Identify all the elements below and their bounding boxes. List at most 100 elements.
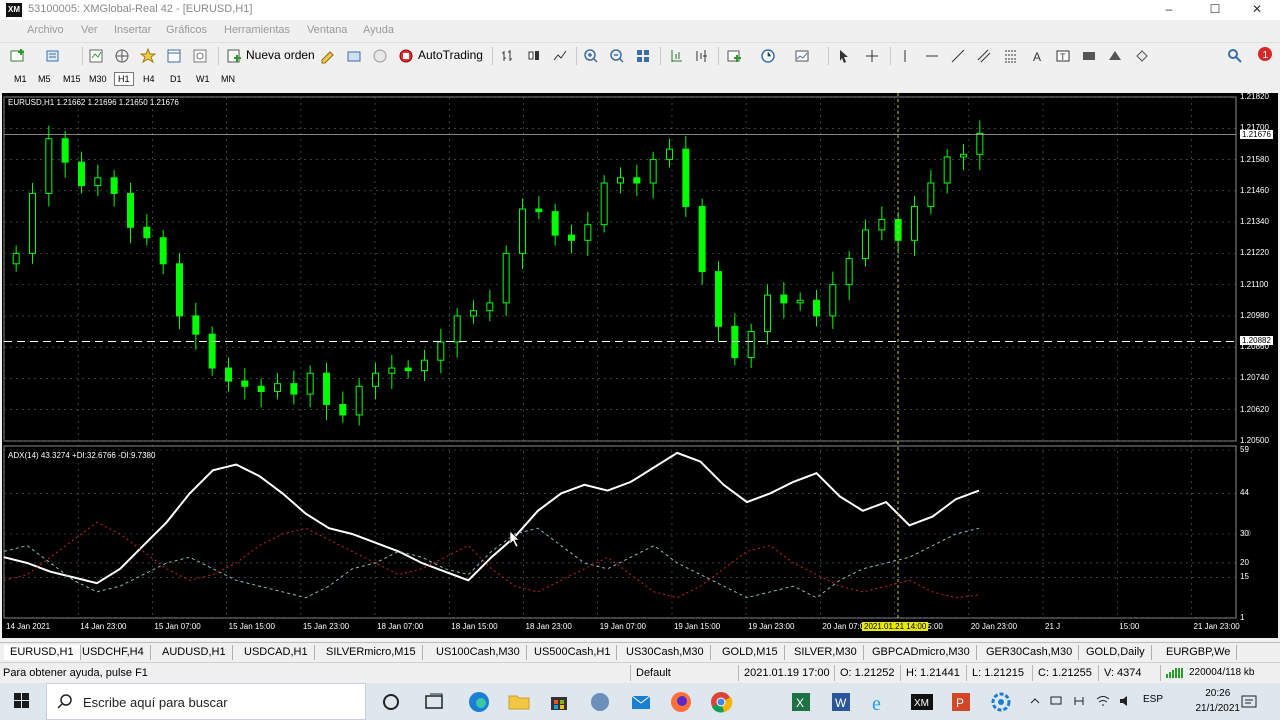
- rectangle-icon[interactable]: [1081, 48, 1097, 64]
- file-explorer-icon[interactable]: [506, 689, 532, 715]
- timeframe-d1[interactable]: D1: [167, 73, 185, 85]
- horizontal-line-icon[interactable]: [924, 48, 940, 64]
- market-watch-icon[interactable]: [88, 48, 104, 64]
- new-order-icon[interactable]: [226, 48, 242, 64]
- menu-ayuda[interactable]: Ayuda: [363, 24, 394, 36]
- equidistant-channel-icon[interactable]: [976, 48, 992, 64]
- timeframe-h4[interactable]: H4: [140, 73, 158, 85]
- symbol-tab[interactable]: US30Cash,M30: [620, 645, 711, 660]
- network-icon[interactable]: [1050, 695, 1064, 707]
- new-chart-icon[interactable]: [10, 48, 26, 64]
- taskbar-search[interactable]: Escribe aquí para buscar: [46, 683, 366, 720]
- battery-icon[interactable]: [1072, 695, 1086, 707]
- crosshair-icon[interactable]: [864, 48, 880, 64]
- settings-gear-icon[interactable]: [988, 689, 1014, 715]
- symbol-tab[interactable]: SILVER,M30: [788, 645, 864, 660]
- metaeditor-icon[interactable]: [320, 48, 336, 64]
- bar-chart-icon[interactable]: [500, 48, 516, 64]
- wifi-icon[interactable]: [1096, 695, 1110, 707]
- symbol-tab[interactable]: GOLD,M15: [716, 645, 785, 660]
- menu-graficos[interactable]: Gráficos: [166, 24, 207, 36]
- symbol-tab[interactable]: USDCAD,H1: [238, 645, 315, 660]
- zoom-out-icon[interactable]: [609, 48, 625, 64]
- internet-explorer-icon[interactable]: e: [868, 689, 894, 715]
- search-icon[interactable]: [1227, 48, 1243, 64]
- navigator-icon[interactable]: [114, 48, 130, 64]
- periods-icon[interactable]: [760, 48, 776, 64]
- symbol-tab[interactable]: GER30Cash,M30: [980, 645, 1080, 660]
- timeframe-mn[interactable]: MN: [218, 73, 238, 85]
- market-icon[interactable]: [372, 48, 388, 64]
- timeframe-m1[interactable]: M1: [11, 73, 30, 85]
- menu-herramientas[interactable]: Herramientas: [224, 24, 290, 36]
- chevron-up-icon[interactable]: [1029, 695, 1041, 707]
- symbol-tab[interactable]: US100Cash,M30: [430, 645, 527, 660]
- vertical-line-icon[interactable]: [897, 48, 913, 64]
- symbol-tab[interactable]: US500Cash,H1: [528, 645, 618, 660]
- shapes-icon[interactable]: [1134, 48, 1150, 64]
- new-order-button[interactable]: Nueva orden: [246, 48, 315, 62]
- terminal-icon[interactable]: [166, 48, 182, 64]
- chart-shift-icon[interactable]: [668, 48, 684, 64]
- notification-badge[interactable]: 1: [1253, 45, 1273, 65]
- chart-window[interactable]: EURUSD,H1 1.21662 1.21696 1.21650 1.2167…: [2, 92, 1278, 638]
- strategy-tester-icon[interactable]: [192, 48, 208, 64]
- chrome-icon[interactable]: [708, 689, 734, 715]
- timeframe-m15[interactable]: M15: [60, 73, 84, 85]
- cursor-icon[interactable]: [836, 48, 852, 64]
- text-label-icon[interactable]: T: [1055, 48, 1071, 64]
- app-icon-blue[interactable]: [587, 689, 613, 715]
- edge-icon[interactable]: [466, 689, 492, 715]
- mail-icon[interactable]: [628, 689, 654, 715]
- timeframe-m30[interactable]: M30: [86, 73, 110, 85]
- cortana-icon[interactable]: [378, 689, 404, 715]
- timeframe-m5[interactable]: M5: [35, 73, 54, 85]
- symbol-tab[interactable]: GBPCADmicro,M30: [866, 645, 977, 660]
- maximize-button[interactable]: ☐: [1192, 0, 1238, 20]
- fibonacci-icon[interactable]: [1003, 48, 1019, 64]
- symbol-tab[interactable]: SILVERmicro,M15: [320, 645, 423, 660]
- candle-body: [127, 192, 134, 228]
- minimize-button[interactable]: –: [1146, 0, 1192, 20]
- timeframe-w1[interactable]: W1: [193, 73, 213, 85]
- templates-icon[interactable]: [794, 48, 810, 64]
- word-icon[interactable]: W: [828, 689, 854, 715]
- line-chart-icon[interactable]: [552, 48, 568, 64]
- symbol-tab[interactable]: AUDUSD,H1: [156, 645, 233, 660]
- firefox-icon[interactable]: [668, 689, 694, 715]
- symbol-tab[interactable]: GOLD,Daily: [1080, 645, 1152, 660]
- arrow-up-icon[interactable]: [1107, 48, 1123, 64]
- symbol-tab[interactable]: EURUSD,H1: [4, 645, 81, 660]
- indicators-icon[interactable]: [726, 48, 742, 64]
- symbol-tab[interactable]: USDCHF,H4: [76, 645, 151, 660]
- symbol-tab[interactable]: EURGBP,We: [1160, 645, 1238, 660]
- volume-icon[interactable]: [1119, 695, 1133, 707]
- signals-icon[interactable]: [346, 48, 362, 64]
- menu-archivo[interactable]: Archivo: [27, 24, 64, 36]
- profiles-icon[interactable]: [45, 48, 61, 64]
- xm-trader-icon[interactable]: XM: [909, 689, 935, 715]
- text-icon[interactable]: A: [1029, 48, 1045, 64]
- autotrading-icon[interactable]: [398, 48, 414, 64]
- language-indicator[interactable]: ESP: [1143, 694, 1163, 705]
- menu-ventana[interactable]: Ventana: [307, 24, 347, 36]
- close-button[interactable]: ✕: [1234, 0, 1280, 20]
- task-view-icon[interactable]: [421, 689, 447, 715]
- store-icon[interactable]: [546, 689, 572, 715]
- menu-ver[interactable]: Ver: [81, 24, 98, 36]
- autoscroll-icon[interactable]: [694, 48, 710, 64]
- price-chart[interactable]: [2, 93, 1278, 638]
- autotrading-button[interactable]: AutoTrading: [418, 48, 483, 62]
- candlesticks-icon[interactable]: [526, 48, 542, 64]
- notifications-icon[interactable]: [1240, 693, 1258, 711]
- powerpoint-icon[interactable]: P: [948, 689, 974, 715]
- system-clock[interactable]: 20:26 21/1/2021: [1196, 686, 1241, 716]
- zoom-in-icon[interactable]: [583, 48, 599, 64]
- trendline-icon[interactable]: [950, 48, 966, 64]
- windows-start-icon[interactable]: [0, 683, 44, 720]
- favorites-icon[interactable]: [140, 48, 156, 64]
- timeframe-h1[interactable]: H1: [114, 72, 134, 86]
- tile-windows-icon[interactable]: [635, 48, 651, 64]
- excel-icon[interactable]: X: [788, 689, 814, 715]
- menu-insertar[interactable]: Insertar: [114, 24, 151, 36]
